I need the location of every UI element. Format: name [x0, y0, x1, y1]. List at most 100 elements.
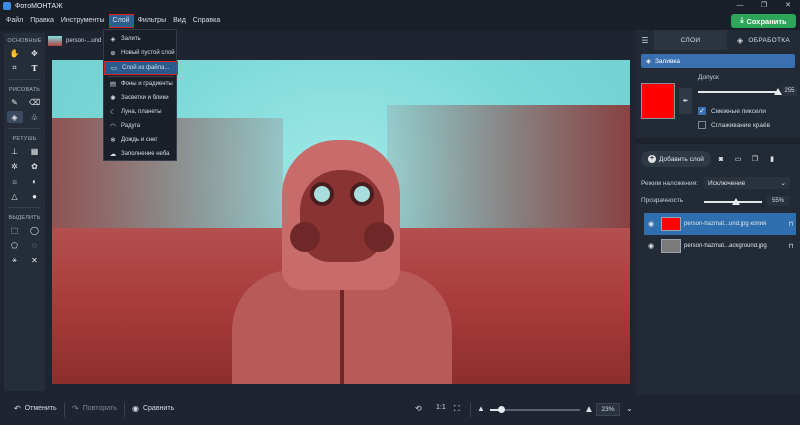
- layer-item-copy[interactable]: ◉ person-hazmat...und.jpg копия ⊓: [644, 213, 796, 235]
- menu-item-sky-fill[interactable]: ☁ Заполнение неба: [104, 147, 178, 161]
- bottom-bar: ↶ Отменить ↷ Повторить ◉ Сравнить ⟲ 1:1 …: [0, 395, 800, 425]
- blend-mode-select[interactable]: Исключение ⌄: [704, 177, 790, 189]
- rotate-button[interactable]: ⟲: [415, 404, 426, 413]
- menu-item-backgrounds[interactable]: ▤ Фоны и градиенты: [104, 77, 178, 91]
- section-draw-label: РИСОВАТЬ: [8, 87, 41, 93]
- menu-item-new-layer[interactable]: ⊕ Новый пустой слой: [104, 46, 178, 60]
- compare-label: Сравнить: [142, 405, 175, 412]
- duplicate-icon[interactable]: ❐: [748, 153, 762, 165]
- opacity-value[interactable]: 55%: [767, 196, 789, 206]
- section-retouch-label: РЕТУШЬ: [12, 136, 37, 142]
- shapes-icon[interactable]: ♧: [27, 111, 43, 123]
- menu-filters[interactable]: Фильтры: [135, 15, 170, 27]
- fill-tool-header: ◈ Заливка: [641, 54, 795, 68]
- settings-sliders-icon[interactable]: ☰: [636, 30, 654, 50]
- triangle-icon[interactable]: △: [7, 190, 23, 202]
- maximize-icon[interactable]: ❐: [752, 0, 776, 12]
- layer-toolbar: + Добавить слой ◙ ▭ ❐ ▮: [641, 150, 795, 168]
- ellipse-select-icon[interactable]: ◌: [27, 239, 43, 251]
- rect-select-icon[interactable]: ⬚: [7, 224, 23, 236]
- zoom-slider-handle[interactable]: [497, 406, 505, 413]
- actual-size-button[interactable]: 1:1: [436, 404, 446, 411]
- folder-icon[interactable]: ▭: [731, 153, 745, 165]
- fill-color-swatch[interactable]: [641, 83, 675, 119]
- menu-item-label: Залить: [121, 36, 141, 42]
- close-icon[interactable]: ✕: [776, 0, 800, 12]
- compare-button[interactable]: ◉ Сравнить: [132, 404, 174, 413]
- zoom-slider[interactable]: [490, 406, 580, 413]
- visibility-icon[interactable]: ◉: [644, 220, 658, 228]
- lasso-icon[interactable]: ◯: [27, 224, 43, 236]
- zoom-dropdown[interactable]: ⌄: [626, 404, 637, 413]
- tools-icon[interactable]: ✕: [27, 254, 43, 266]
- menu-item-moon[interactable]: ☾ Луна, планеты: [104, 105, 178, 119]
- trash-icon[interactable]: ▮: [765, 153, 779, 165]
- fit-screen-button[interactable]: ⛶: [454, 404, 464, 414]
- undo-button[interactable]: ↶ Отменить: [14, 404, 57, 413]
- stamp-icon[interactable]: ⊥: [7, 145, 23, 157]
- opacity-slider-handle[interactable]: [731, 198, 740, 205]
- moon-icon: ☾: [110, 109, 116, 116]
- patch-icon[interactable]: ▦: [27, 145, 43, 157]
- menu-item-label: Радуга: [121, 123, 141, 129]
- divider: [470, 403, 471, 417]
- menu-view[interactable]: Вид: [170, 15, 189, 27]
- opacity-slider[interactable]: [704, 198, 762, 205]
- mask-filter-right: [364, 222, 394, 252]
- menu-item-label: Дождь и снег: [121, 137, 158, 143]
- mask-eye-right: [350, 182, 374, 206]
- menu-item-rainbow[interactable]: ◠ Радуга: [104, 119, 178, 133]
- crop-icon[interactable]: ⌗: [7, 62, 23, 74]
- unlock-icon[interactable]: ⊓: [786, 220, 796, 228]
- tab-layers[interactable]: СЛОИ: [654, 30, 727, 50]
- undo-icon: ↶: [14, 404, 21, 413]
- menu-file[interactable]: Файл: [3, 15, 26, 27]
- menu-edit[interactable]: Правка: [27, 15, 57, 27]
- eye-icon: ◉: [132, 404, 139, 413]
- eraser-icon[interactable]: ⌫: [27, 96, 43, 108]
- drop-icon[interactable]: ●: [27, 190, 43, 202]
- fill-icon: ◈: [646, 58, 651, 65]
- eyedropper-icon[interactable]: ✒: [679, 88, 692, 114]
- menu-item-fill[interactable]: ◈ Залить: [104, 32, 178, 46]
- text-icon[interactable]: T: [27, 62, 43, 74]
- menu-layer[interactable]: Слой: [108, 14, 134, 28]
- dodge-icon[interactable]: ◐: [27, 175, 43, 187]
- minimize-icon[interactable]: —: [728, 0, 752, 12]
- brush-icon[interactable]: ✎: [7, 96, 23, 108]
- tolerance-slider-handle[interactable]: [774, 88, 782, 95]
- add-layer-button[interactable]: + Добавить слой: [641, 151, 711, 167]
- brightness-icon[interactable]: ☼: [7, 175, 23, 187]
- fill-icon[interactable]: ◈: [6, 111, 23, 123]
- folder-icon: ▭: [110, 65, 118, 72]
- move-icon[interactable]: ✥: [27, 47, 43, 59]
- tab-layers-label: СЛОИ: [680, 36, 701, 44]
- sharpen-icon[interactable]: ✲: [7, 160, 23, 172]
- tolerance-slider[interactable]: [698, 88, 782, 95]
- redo-button[interactable]: ↷ Повторить: [72, 404, 117, 413]
- magic-wand-icon[interactable]: ⚹: [7, 254, 23, 266]
- antialias-checkbox[interactable]: Сглаживание краёв: [698, 121, 770, 129]
- layer-item-background[interactable]: ◉ person-hazmat...ackground.jpg ⊓: [644, 235, 796, 257]
- menu-item-rain-snow[interactable]: ❄ Дождь и снег: [104, 133, 178, 147]
- save-button-label: Сохранить: [746, 16, 787, 26]
- flower-icon[interactable]: ✿: [27, 160, 43, 172]
- zoom-out-icon[interactable]: ▲: [477, 404, 489, 413]
- save-button[interactable]: ⤓ Сохранить: [731, 14, 796, 28]
- layer-name: person-hazmat...ackground.jpg: [684, 243, 767, 249]
- hand-icon[interactable]: ✋: [7, 47, 23, 59]
- contiguous-checkbox[interactable]: ✓ Смежные пиксели: [698, 107, 766, 115]
- tab-processing[interactable]: ◈ ОБРАБОТКА: [727, 30, 800, 50]
- menu-help[interactable]: Справка: [190, 15, 223, 27]
- divider: [64, 403, 65, 417]
- document-tab[interactable]: person-...und: [48, 33, 101, 49]
- lock-icon[interactable]: ⊓: [786, 242, 796, 250]
- zoom-value[interactable]: 23%: [596, 403, 620, 416]
- poly-lasso-icon[interactable]: ⬠: [7, 239, 23, 251]
- menu-tools[interactable]: Инструменты: [58, 15, 108, 27]
- mask-icon[interactable]: ◙: [714, 153, 728, 165]
- menu-item-layer-from-file[interactable]: ▭ Слой из файла...: [104, 61, 178, 75]
- visibility-icon[interactable]: ◉: [644, 242, 658, 250]
- menu-item-flares[interactable]: ✺ Засветки и блики: [104, 91, 178, 105]
- tolerance-value[interactable]: 255: [782, 86, 797, 96]
